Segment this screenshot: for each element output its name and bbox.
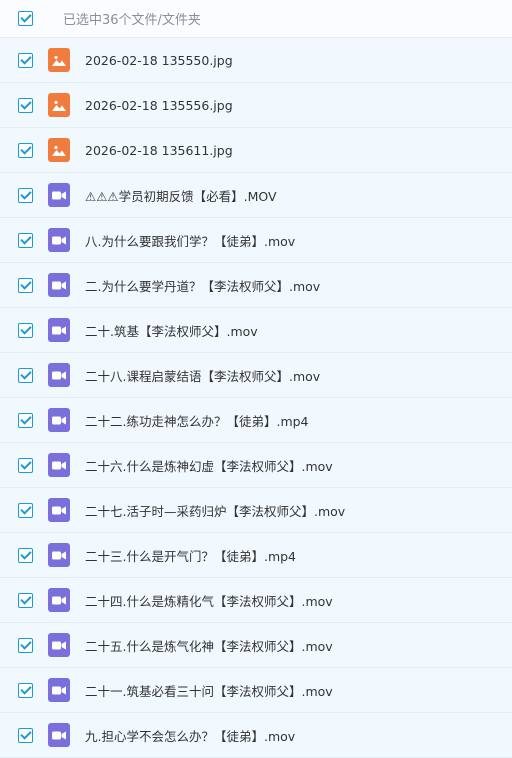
video-file-icon: [48, 228, 70, 252]
video-file-icon: [48, 543, 70, 567]
file-checkbox[interactable]: [18, 187, 33, 203]
video-file-icon: [48, 633, 70, 657]
file-checkbox[interactable]: [18, 547, 33, 563]
file-name[interactable]: 二.为什么要学丹道？【李法权师父】.mov: [85, 276, 320, 295]
file-checkbox[interactable]: [18, 592, 33, 608]
file-row[interactable]: 二十三.什么是开气门？【徒弟】.mp4: [0, 533, 512, 578]
file-checkbox[interactable]: [18, 277, 33, 293]
file-row[interactable]: 二十一.筑基必看三十问【李法权师父】.mov: [0, 668, 512, 713]
selection-header: 已选中36个文件/文件夹: [0, 0, 512, 38]
image-file-icon: [48, 138, 70, 162]
file-name[interactable]: 二十五.什么是炼气化神【李法权师父】.mov: [85, 636, 333, 655]
file-row[interactable]: 二十五.什么是炼气化神【李法权师父】.mov: [0, 623, 512, 668]
file-name[interactable]: 八.为什么要跟我们学？【徒弟】.mov: [85, 231, 295, 250]
file-checkbox[interactable]: [18, 367, 33, 383]
image-file-icon: [48, 48, 70, 72]
file-checkbox[interactable]: [18, 322, 33, 338]
file-name[interactable]: ⚠⚠⚠学员初期反馈【必看】.MOV: [85, 186, 277, 205]
file-row[interactable]: ⚠⚠⚠学员初期反馈【必看】.MOV: [0, 173, 512, 218]
video-file-icon: [48, 318, 70, 342]
file-name[interactable]: 2026-02-18 135556.jpg: [85, 98, 233, 113]
video-file-icon: [48, 588, 70, 612]
file-name[interactable]: 二十八.课程启蒙结语【李法权师父】.mov: [85, 366, 320, 385]
video-file-icon: [48, 273, 70, 297]
file-name[interactable]: 2026-02-18 135550.jpg: [85, 53, 233, 68]
file-row[interactable]: 二十八.课程启蒙结语【李法权师父】.mov: [0, 353, 512, 398]
file-name[interactable]: 二十六.什么是炼神幻虚【李法权师父】.mov: [85, 456, 333, 475]
file-name[interactable]: 九.担心学不会怎么办？【徒弟】.mov: [85, 726, 295, 745]
video-file-icon: [48, 678, 70, 702]
file-checkbox[interactable]: [18, 142, 33, 158]
file-row[interactable]: 2026-02-18 135556.jpg: [0, 83, 512, 128]
file-checkbox[interactable]: [18, 52, 33, 68]
file-row[interactable]: 二十七.活子时—采药归炉【李法权师父】.mov: [0, 488, 512, 533]
file-row[interactable]: 二十二.练功走神怎么办？【徒弟】.mp4: [0, 398, 512, 443]
file-row[interactable]: 二十四.什么是炼精化气【李法权师父】.mov: [0, 578, 512, 623]
file-name[interactable]: 二十七.活子时—采药归炉【李法权师父】.mov: [85, 501, 345, 520]
file-checkbox[interactable]: [18, 727, 33, 743]
file-checkbox[interactable]: [18, 232, 33, 248]
video-file-icon: [48, 453, 70, 477]
file-name[interactable]: 二十一.筑基必看三十问【李法权师父】.mov: [85, 681, 333, 700]
file-row[interactable]: 二十六.什么是炼神幻虚【李法权师父】.mov: [0, 443, 512, 488]
file-row[interactable]: 二十.筑基【李法权师父】.mov: [0, 308, 512, 353]
file-name[interactable]: 二十四.什么是炼精化气【李法权师父】.mov: [85, 591, 333, 610]
file-checkbox[interactable]: [18, 682, 33, 698]
file-checkbox[interactable]: [18, 637, 33, 653]
video-file-icon: [48, 408, 70, 432]
file-name[interactable]: 二十.筑基【李法权师父】.mov: [85, 321, 258, 340]
file-row[interactable]: 八.为什么要跟我们学？【徒弟】.mov: [0, 218, 512, 263]
file-row[interactable]: 二.为什么要学丹道？【李法权师父】.mov: [0, 263, 512, 308]
file-checkbox[interactable]: [18, 97, 33, 113]
select-all-checkbox[interactable]: [18, 11, 33, 26]
video-file-icon: [48, 183, 70, 207]
video-file-icon: [48, 498, 70, 522]
file-row[interactable]: 2026-02-18 135611.jpg: [0, 128, 512, 173]
file-checkbox[interactable]: [18, 457, 33, 473]
selection-count: 已选中36个文件/文件夹: [63, 13, 201, 28]
video-file-icon: [48, 723, 70, 747]
file-name[interactable]: 2026-02-18 135611.jpg: [85, 143, 233, 158]
file-name[interactable]: 二十二.练功走神怎么办？【徒弟】.mp4: [85, 411, 309, 430]
file-name[interactable]: 二十三.什么是开气门？【徒弟】.mp4: [85, 546, 296, 565]
file-checkbox[interactable]: [18, 502, 33, 518]
file-row[interactable]: 2026-02-18 135550.jpg: [0, 38, 512, 83]
video-file-icon: [48, 363, 70, 387]
image-file-icon: [48, 93, 70, 117]
file-checkbox[interactable]: [18, 412, 33, 428]
file-row[interactable]: 九.担心学不会怎么办？【徒弟】.mov: [0, 713, 512, 758]
file-list: 2026-02-18 135550.jpg 2026-02-18 135556.j…: [0, 38, 512, 758]
